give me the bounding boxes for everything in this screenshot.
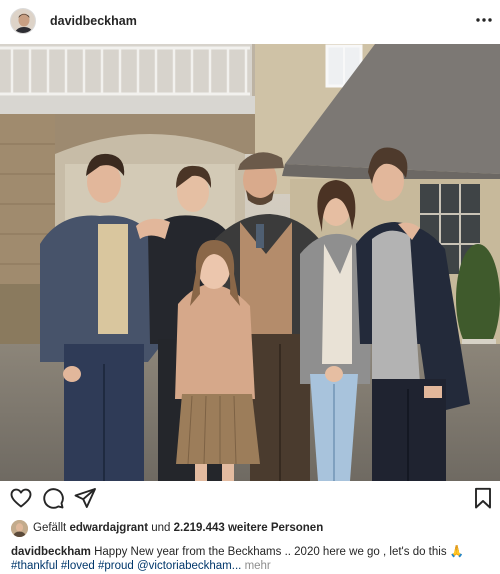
more-link[interactable]: mehr [245,560,271,572]
avatar-image [11,9,35,33]
likes-and: und [148,522,174,534]
family-group-photo [0,44,500,481]
ellipsis-icon[interactable] [474,10,494,30]
hashtag-thankful[interactable]: #thankful [11,560,58,572]
paper-plane-icon[interactable] [73,486,99,512]
hashtag-proud[interactable]: #proud [98,560,134,572]
likes-text: Gefällt edwardajgrant und 2.219.443 weit… [33,522,323,534]
liker-username[interactable]: edwardajgrant [69,522,148,534]
folded-hands-emoji: 🙏 [449,546,465,558]
avatar[interactable] [10,8,36,34]
likes-suffix[interactable]: weitere Personen [225,522,323,534]
post-header: davidbeckham [0,0,500,44]
post-caption: davidbeckham Happy New year from the Bec… [11,545,491,573]
comment-bubble-icon[interactable] [41,486,67,512]
mention-victoriabeckham[interactable]: @victoriabeckham... [137,560,241,572]
caption-text: Happy New year from the Beckhams .. 2020… [90,546,450,558]
bookmark-icon[interactable] [471,486,497,512]
header-username[interactable]: davidbeckham [50,14,137,28]
likes-count[interactable]: 2.219.443 [174,522,225,534]
likes-line: Gefällt edwardajgrant und 2.219.443 weit… [0,519,500,541]
caption-username[interactable]: davidbeckham [11,546,91,558]
heart-icon[interactable] [9,486,35,512]
likes-prefix: Gefällt [33,522,70,534]
hashtag-loved[interactable]: #loved [61,560,95,572]
liker-avatar[interactable] [11,520,28,537]
post-photo[interactable] [0,44,500,481]
action-bar [0,486,500,516]
